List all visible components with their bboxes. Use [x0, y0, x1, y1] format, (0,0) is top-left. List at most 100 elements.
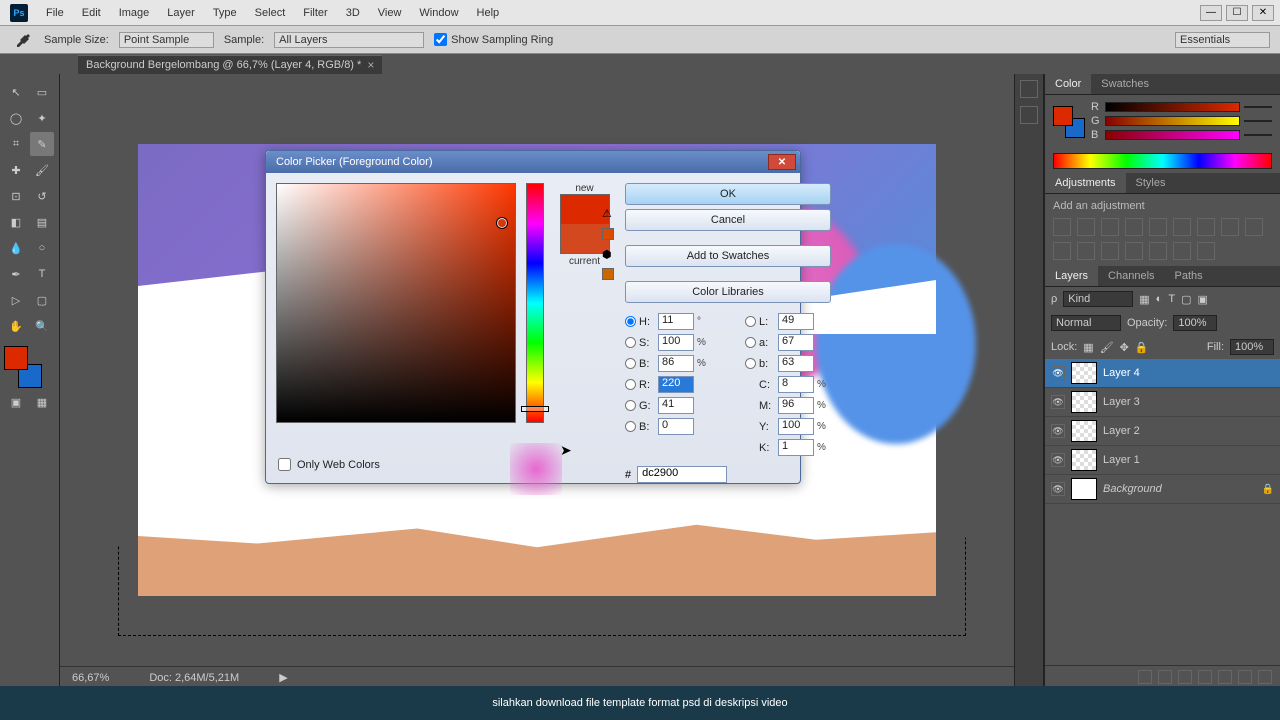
only-web-colors-checkbox[interactable]: Only Web Colors: [278, 458, 380, 471]
healing-brush-tool[interactable]: ✚: [4, 158, 28, 182]
delete-layer-icon[interactable]: [1258, 670, 1272, 684]
pen-tool[interactable]: ✒: [4, 262, 28, 286]
filter-type-icon[interactable]: T: [1168, 293, 1175, 305]
g-radio[interactable]: [625, 400, 636, 411]
bl-input[interactable]: 63: [778, 355, 814, 372]
l-radio[interactable]: [745, 316, 756, 327]
close-button[interactable]: ✕: [1252, 5, 1274, 21]
g-value[interactable]: [1244, 120, 1272, 122]
exposure-icon[interactable]: [1125, 218, 1143, 236]
layer-row[interactable]: 👁 Layer 3: [1045, 388, 1280, 417]
tab-swatches[interactable]: Swatches: [1091, 74, 1159, 94]
crop-tool[interactable]: ⌗: [4, 132, 28, 156]
dodge-tool[interactable]: ○: [30, 236, 54, 260]
layer-fx-icon[interactable]: [1158, 670, 1172, 684]
menu-window[interactable]: Window: [411, 4, 466, 22]
shape-tool[interactable]: ▢: [30, 288, 54, 312]
websafe-closest-swatch[interactable]: [602, 268, 614, 280]
color-field-cursor[interactable]: [497, 218, 507, 228]
lock-position-icon[interactable]: ✥: [1120, 341, 1129, 354]
bw-icon[interactable]: [1221, 218, 1239, 236]
layer-thumbnail[interactable]: [1071, 478, 1097, 500]
selective-color-icon[interactable]: [1197, 242, 1215, 260]
lasso-tool[interactable]: ◯: [4, 106, 28, 130]
link-layers-icon[interactable]: [1138, 670, 1152, 684]
layer-row[interactable]: 👁 Layer 4: [1045, 359, 1280, 388]
b-value[interactable]: [1244, 134, 1272, 136]
b-input[interactable]: 0: [658, 418, 694, 435]
fill-input[interactable]: 100%: [1230, 339, 1274, 355]
k-input[interactable]: 1: [778, 439, 814, 456]
cancel-button[interactable]: Cancel: [625, 209, 831, 231]
a-radio[interactable]: [745, 337, 756, 348]
hand-tool[interactable]: ✋: [4, 314, 28, 338]
b-slider[interactable]: [1105, 130, 1240, 140]
g-slider[interactable]: [1105, 116, 1240, 126]
opacity-input[interactable]: 100%: [1173, 315, 1217, 331]
hue-sat-icon[interactable]: [1173, 218, 1191, 236]
visibility-toggle[interactable]: 👁: [1051, 482, 1065, 496]
menu-file[interactable]: File: [38, 4, 72, 22]
spectrum-strip[interactable]: [1053, 153, 1272, 169]
curves-icon[interactable]: [1101, 218, 1119, 236]
photo-filter-icon[interactable]: [1245, 218, 1263, 236]
tab-styles[interactable]: Styles: [1126, 173, 1176, 193]
eraser-tool[interactable]: ◧: [4, 210, 28, 234]
lock-all-icon[interactable]: 🔒: [1135, 341, 1149, 354]
zoom-tool[interactable]: 🔍: [30, 314, 54, 338]
tab-layers[interactable]: Layers: [1045, 266, 1098, 286]
visibility-toggle[interactable]: 👁: [1051, 453, 1065, 467]
lock-transparency-icon[interactable]: ▦: [1083, 341, 1093, 354]
gamut-closest-swatch[interactable]: [602, 228, 614, 240]
hex-input[interactable]: dc2900: [637, 466, 727, 483]
layer-name[interactable]: Layer 2: [1103, 425, 1140, 437]
sample-size-select[interactable]: Point Sample: [119, 32, 214, 48]
marquee-tool[interactable]: ▭: [30, 80, 54, 104]
hue-cursor[interactable]: [521, 406, 549, 412]
layer-name[interactable]: Layer 4: [1103, 367, 1140, 379]
magic-wand-tool[interactable]: ✦: [30, 106, 54, 130]
add-to-swatches-button[interactable]: Add to Swatches: [625, 245, 831, 267]
history-panel-icon[interactable]: [1020, 80, 1038, 98]
menu-help[interactable]: Help: [469, 4, 508, 22]
threshold-icon[interactable]: [1149, 242, 1167, 260]
layer-row[interactable]: 👁 Background 🔒: [1045, 475, 1280, 504]
mini-color-swatches[interactable]: [1053, 106, 1085, 138]
layer-thumbnail[interactable]: [1071, 362, 1097, 384]
r-value[interactable]: [1244, 106, 1272, 108]
bl-radio[interactable]: [745, 358, 756, 369]
foreground-color-swatch[interactable]: [4, 346, 28, 370]
channel-mixer-icon[interactable]: [1053, 242, 1071, 260]
layer-row[interactable]: 👁 Layer 2: [1045, 417, 1280, 446]
blend-mode-select[interactable]: Normal: [1051, 315, 1121, 331]
color-balance-icon[interactable]: [1197, 218, 1215, 236]
posterize-icon[interactable]: [1125, 242, 1143, 260]
s-input[interactable]: 100: [658, 334, 694, 351]
mini-fg-swatch[interactable]: [1053, 106, 1073, 126]
menu-view[interactable]: View: [370, 4, 410, 22]
visibility-toggle[interactable]: 👁: [1051, 395, 1065, 409]
menu-layer[interactable]: Layer: [159, 4, 203, 22]
gamut-warning-icon[interactable]: ⚠: [602, 207, 615, 220]
b-radio[interactable]: [625, 421, 636, 432]
layer-row[interactable]: 👁 Layer 1: [1045, 446, 1280, 475]
status-play-icon[interactable]: ▶: [279, 671, 287, 684]
properties-panel-icon[interactable]: [1020, 106, 1038, 124]
gradient-map-icon[interactable]: [1173, 242, 1191, 260]
hue-slider[interactable]: [526, 183, 544, 423]
sampling-ring-check-input[interactable]: [434, 33, 447, 46]
visibility-toggle[interactable]: 👁: [1051, 366, 1065, 380]
quick-mask-tool[interactable]: ▣: [4, 390, 28, 414]
layer-name[interactable]: Layer 1: [1103, 454, 1140, 466]
g-input[interactable]: 41: [658, 397, 694, 414]
ok-button[interactable]: OK: [625, 183, 831, 205]
layer-thumbnail[interactable]: [1071, 420, 1097, 442]
layer-name[interactable]: Layer 3: [1103, 396, 1140, 408]
only-web-check-input[interactable]: [278, 458, 291, 471]
filter-pixel-icon[interactable]: ▦: [1139, 293, 1149, 306]
workspace-select[interactable]: Essentials: [1175, 32, 1270, 48]
kind-select[interactable]: Kind: [1063, 291, 1133, 307]
lock-pixels-icon[interactable]: 🖌: [1100, 341, 1114, 354]
menu-image[interactable]: Image: [111, 4, 158, 22]
maximize-button[interactable]: ☐: [1226, 5, 1248, 21]
